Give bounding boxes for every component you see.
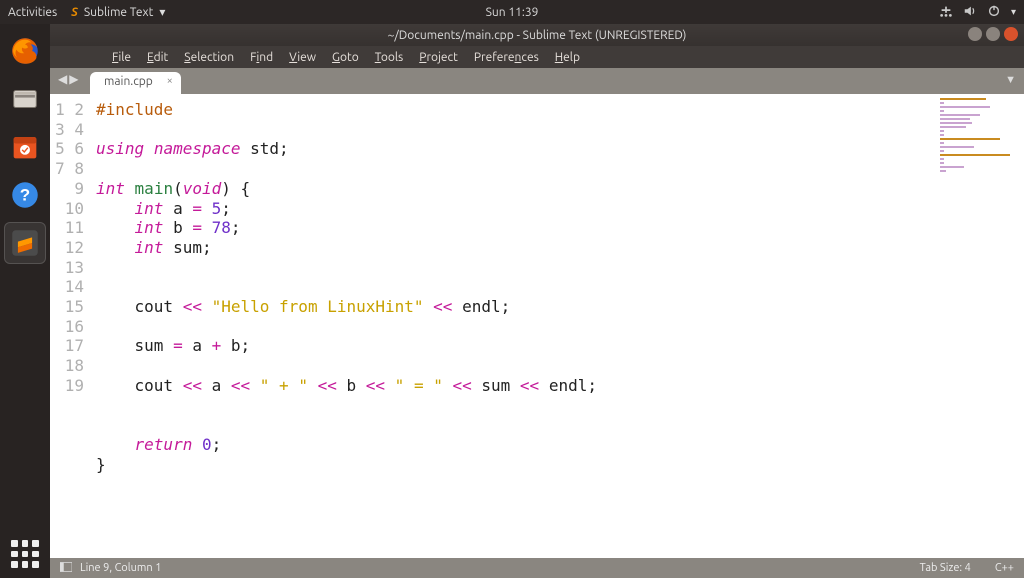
menu-edit[interactable]: Edit xyxy=(141,49,174,66)
menu-project[interactable]: Project xyxy=(413,49,464,66)
menu-tools[interactable]: Tools xyxy=(369,49,410,66)
power-icon[interactable] xyxy=(987,4,1001,21)
dock-sublime[interactable] xyxy=(4,222,46,264)
chevron-down-icon: ▾ xyxy=(159,5,165,19)
syntax-lang[interactable]: C++ xyxy=(995,562,1014,574)
menu-find[interactable]: Find xyxy=(244,49,279,66)
svg-text:?: ? xyxy=(20,186,30,205)
sidebar-toggle-icon[interactable] xyxy=(60,562,72,575)
apps-grid-icon xyxy=(11,540,39,568)
tab-nav-forward[interactable]: ▶ xyxy=(69,72,78,86)
editor-area[interactable]: 1 2 3 4 5 6 7 8 9 10 11 12 13 14 15 16 1… xyxy=(50,94,1024,558)
dock-help[interactable]: ? xyxy=(4,174,46,216)
window-minimize-button[interactable] xyxy=(968,27,982,41)
gutter: 1 2 3 4 5 6 7 8 9 10 11 12 13 14 15 16 1… xyxy=(50,94,90,558)
tab-main-cpp[interactable]: main.cpp × xyxy=(90,72,181,94)
status-bar: Line 9, Column 1 Tab Size: 4 C++ xyxy=(50,558,1024,578)
activities-button[interactable]: Activities xyxy=(8,6,57,19)
clock[interactable]: Sun 11:39 xyxy=(486,6,539,19)
dock-files[interactable] xyxy=(4,78,46,120)
tab-close-icon[interactable]: × xyxy=(167,75,173,87)
dock-software[interactable] xyxy=(4,126,46,168)
menu-selection[interactable]: Selection xyxy=(178,49,240,66)
window-close-button[interactable] xyxy=(1004,27,1018,41)
chevron-down-icon: ▾ xyxy=(1011,6,1016,18)
dock-apps-button[interactable] xyxy=(0,540,50,568)
menu-file[interactable]: File xyxy=(106,49,137,66)
window-titlebar[interactable]: ~/Documents/main.cpp - Sublime Text (UNR… xyxy=(50,24,1024,46)
app-indicator-label: Sublime Text xyxy=(84,6,153,19)
sublime-text-icon: S xyxy=(71,6,78,19)
minimap[interactable] xyxy=(934,94,1024,558)
app-indicator[interactable]: S Sublime Text ▾ xyxy=(71,5,165,19)
tab-bar: ◀ ▶ main.cpp × ▼ xyxy=(50,68,1024,94)
cursor-position[interactable]: Line 9, Column 1 xyxy=(80,562,161,574)
network-icon[interactable] xyxy=(939,4,953,21)
window-maximize-button[interactable] xyxy=(986,27,1000,41)
window-title: ~/Documents/main.cpp - Sublime Text (UNR… xyxy=(388,29,687,42)
tab-label: main.cpp xyxy=(104,75,153,88)
top-panel: Activities S Sublime Text ▾ Sun 11:39 ▾ xyxy=(0,0,1024,24)
menu-view[interactable]: View xyxy=(283,49,322,66)
tab-size[interactable]: Tab Size: 4 xyxy=(920,562,971,574)
volume-icon[interactable] xyxy=(963,4,977,21)
dock: ? xyxy=(0,24,50,578)
menu-help[interactable]: Help xyxy=(549,49,586,66)
tab-overflow-icon[interactable]: ▼ xyxy=(1005,74,1016,86)
menu-goto[interactable]: Goto xyxy=(326,49,365,66)
menubar: File Edit Selection Find View Goto Tools… xyxy=(50,46,1024,68)
app-window: ~/Documents/main.cpp - Sublime Text (UNR… xyxy=(50,24,1024,578)
tab-nav-back[interactable]: ◀ xyxy=(58,72,67,86)
menu-preferences[interactable]: Preferences xyxy=(468,49,545,66)
code-content[interactable]: #include using namespace std; int main(v… xyxy=(90,94,597,558)
dock-firefox[interactable] xyxy=(4,30,46,72)
